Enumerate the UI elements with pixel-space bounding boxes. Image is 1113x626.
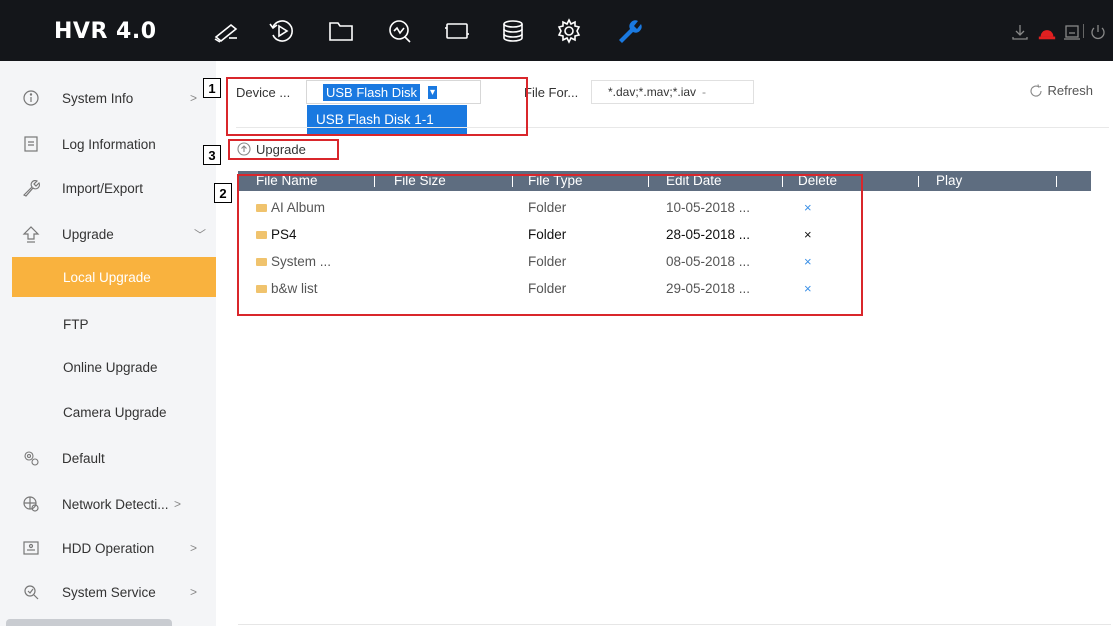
- power-icon[interactable]: [1088, 22, 1108, 42]
- settings-icon[interactable]: [553, 16, 585, 46]
- video-wall-icon[interactable]: [441, 16, 473, 46]
- annotation-number-2: 2: [214, 183, 232, 203]
- refresh-label: Refresh: [1047, 83, 1093, 98]
- log-icon: [20, 133, 42, 155]
- sidebar-item-online-upgrade[interactable]: Online Upgrade: [0, 344, 216, 390]
- main-content: Device ... USB Flash Disk ▾ USB Flash Di…: [216, 61, 1113, 626]
- top-bar: HVR 4.0: [0, 0, 1113, 61]
- sidebar-item-system-info[interactable]: System Info >: [0, 75, 216, 121]
- download-icon[interactable]: [1010, 22, 1030, 42]
- chevron-right-icon: >: [190, 91, 198, 105]
- hdd-icon: [20, 537, 42, 559]
- sidebar-item-ftp[interactable]: FTP: [0, 301, 216, 347]
- notification-icon[interactable]: [1062, 22, 1082, 42]
- sidebar-item-system-service[interactable]: System Service >: [0, 569, 216, 615]
- sidebar-item-label: Log Information: [62, 136, 156, 152]
- annotation-box-3: [228, 139, 339, 160]
- annotation-number-1: 1: [203, 78, 221, 98]
- live-view-icon[interactable]: [210, 16, 242, 46]
- file-format-select[interactable]: *.dav;*.mav;*.iav -: [591, 80, 754, 104]
- sidebar-item-label: FTP: [63, 316, 89, 332]
- system-service-icon: [20, 581, 42, 603]
- sidebar-item-network-detection[interactable]: Network Detecti... >: [0, 481, 216, 527]
- column-header-play[interactable]: Play: [936, 173, 962, 188]
- sidebar-item-import-export[interactable]: Import/Export: [0, 165, 216, 211]
- sidebar: System Info > Log Information Import/Exp…: [0, 61, 216, 626]
- column-separator: [918, 176, 919, 187]
- import-export-icon: [20, 177, 42, 199]
- sidebar-item-default[interactable]: Default: [0, 435, 216, 481]
- sidebar-item-log-information[interactable]: Log Information: [0, 121, 216, 167]
- maintenance-icon[interactable]: [613, 16, 645, 46]
- sidebar-item-label: System Service: [62, 584, 156, 600]
- sidebar-item-label: System Info: [62, 90, 134, 106]
- sidebar-scroll-handle[interactable]: [6, 619, 172, 626]
- sidebar-item-label: Default: [62, 450, 105, 466]
- file-management-icon[interactable]: [325, 16, 357, 46]
- sidebar-item-label: Upgrade: [62, 226, 114, 242]
- alarm-icon[interactable]: [1036, 22, 1058, 42]
- app-logo: HVR 4.0: [54, 19, 157, 44]
- chevron-down-icon: -: [702, 85, 707, 99]
- annotation-number-3: 3: [203, 145, 221, 165]
- refresh-button[interactable]: Refresh: [1029, 83, 1093, 98]
- storage-icon[interactable]: [497, 16, 529, 46]
- chevron-right-icon: >: [190, 585, 198, 599]
- topbar-divider: [1083, 24, 1084, 38]
- chevron-down-icon: ﹀: [194, 227, 207, 242]
- sidebar-item-label: Online Upgrade: [63, 359, 158, 375]
- sidebar-item-hdd-operation[interactable]: HDD Operation >: [0, 525, 216, 571]
- annotation-box-2: [237, 174, 863, 316]
- refresh-icon: [1030, 83, 1043, 97]
- sidebar-item-label: Camera Upgrade: [63, 404, 167, 420]
- playback-icon[interactable]: [266, 16, 298, 46]
- sidebar-item-label: Local Upgrade: [63, 269, 151, 285]
- file-format-label: File For...: [524, 85, 579, 100]
- column-separator: [1056, 176, 1057, 187]
- sidebar-item-camera-upgrade[interactable]: Camera Upgrade: [0, 389, 216, 435]
- table-bottom-line: [238, 624, 1111, 625]
- sidebar-item-label: HDD Operation: [62, 540, 155, 556]
- chevron-right-icon: >: [190, 541, 198, 555]
- default-icon: [20, 447, 42, 469]
- upgrade-icon: [20, 223, 42, 245]
- sidebar-item-local-upgrade[interactable]: Local Upgrade: [12, 257, 216, 297]
- smart-analysis-icon[interactable]: [384, 16, 416, 46]
- chevron-right-icon: >: [174, 497, 182, 511]
- info-icon: [20, 87, 42, 109]
- annotation-box-1: [226, 77, 528, 136]
- file-format-value: *.dav;*.mav;*.iav: [608, 85, 697, 99]
- network-detection-icon: [20, 493, 42, 515]
- sidebar-item-label: Import/Export: [62, 180, 144, 196]
- sidebar-item-label: Network Detecti...: [62, 496, 169, 512]
- sidebar-item-upgrade[interactable]: Upgrade ﹀: [0, 211, 216, 257]
